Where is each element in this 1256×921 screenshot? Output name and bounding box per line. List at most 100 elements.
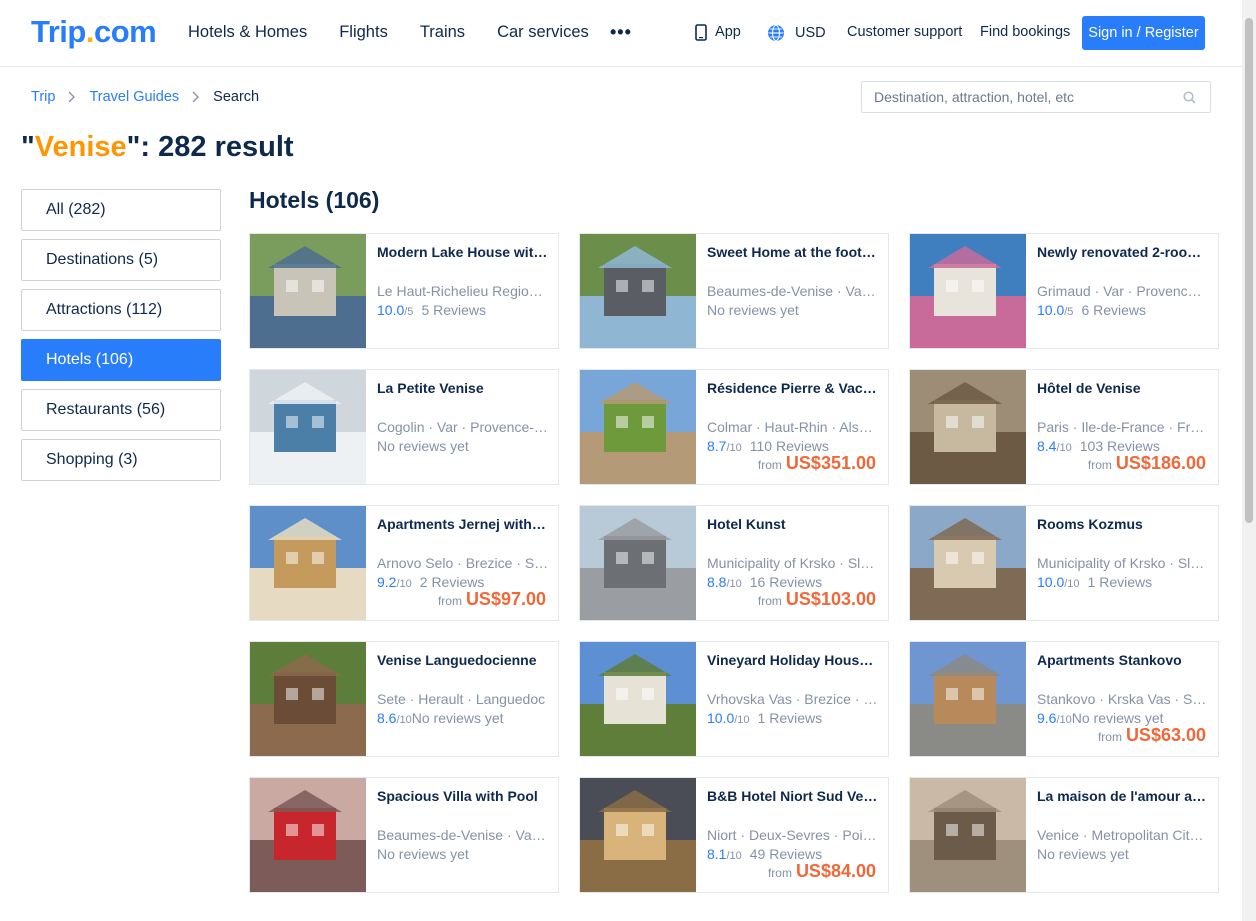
hotel-name[interactable]: La maison de l'amour a Venise [1037,788,1209,806]
price-from-label: from [757,458,782,472]
hotel-name[interactable]: La Petite Venise [377,380,549,398]
hotel-card[interactable]: Spacious Villa with Pool Beaumes-de-Venis… [249,777,559,893]
page-scrollbar[interactable] [1242,0,1256,921]
hotel-card[interactable]: Modern Lake House with Terrace Le Haut-Ri… [249,233,559,349]
hotel-photo[interactable] [910,642,1026,756]
top-header: Trip.com Hotels & Homes Flights Trains C… [0,0,1256,67]
nav-trains[interactable]: Trains [420,23,465,42]
hotel-card[interactable]: Sweet Home at the foot of the Dentelles B… [579,233,889,349]
hotel-rating: No reviews yet [377,438,549,454]
hotel-location: Colmar · Haut-Rhin · Alsace [707,419,879,435]
hotel-info: Rooms Kozmus Municipality of Krsko · Slov… [1037,516,1209,590]
hotel-location: Venice · Metropolitan City of Venice [1037,827,1209,843]
hotel-photo[interactable] [910,370,1026,484]
hotel-card[interactable]: B&B Hotel Niort Sud Venise Verte Niort · … [579,777,889,893]
nav-car-services[interactable]: Car services [497,23,589,42]
review-count: No reviews yet [411,710,504,726]
filter-destinations[interactable]: Destinations (5) [21,239,221,281]
price-amount: US$84.00 [795,861,876,881]
hotel-name[interactable]: Venise Languedocienne [377,652,549,670]
hotel-photo[interactable] [580,778,696,892]
hotel-location: Beaumes-de-Venise · Vaucluse [377,827,549,843]
customer-support-link[interactable]: Customer support [847,24,962,40]
hotel-name[interactable]: Rooms Kozmus [1037,516,1209,534]
search-icon[interactable] [1183,91,1196,104]
price-amount: US$103.00 [785,589,876,609]
scrollbar-thumb[interactable] [1245,18,1253,523]
trip-logo[interactable]: Trip.com [31,14,157,50]
filter-shopping[interactable]: Shopping (3) [21,439,221,481]
hotel-photo[interactable] [910,778,1026,892]
hotel-location: Niort · Deux-Sevres · Poitou [707,827,879,843]
hotel-card[interactable]: La Petite Venise Cogolin · Var · Provence… [249,369,559,485]
hotel-name[interactable]: Sweet Home at the foot of the Dentelles [707,244,879,262]
app-link[interactable]: App [695,24,741,41]
price-amount: US$63.00 [1125,725,1206,745]
hotel-name[interactable]: Hôtel de Venise [1037,380,1209,398]
hotel-photo[interactable] [250,506,366,620]
hotels-section-title: Hotels (106) [249,187,380,213]
rating-score: 10.0 [707,710,735,726]
hotel-photo[interactable] [580,642,696,756]
rating-score: 8.1 [707,846,727,862]
nav-flights[interactable]: Flights [339,23,388,42]
hotel-name[interactable]: Vineyard Holiday House Pinot [707,652,879,670]
hotel-card[interactable]: Apartments Jernej with Garden Arnovo Selo… [249,505,559,621]
hotel-photo[interactable] [910,506,1026,620]
hotel-photo[interactable] [580,370,696,484]
hotel-name[interactable]: Modern Lake House with Terrace [377,244,549,262]
hotel-card[interactable]: Venise Languedocienne Sete · Herault · La… [249,641,559,757]
breadcrumb-travel-guides[interactable]: Travel Guides [89,89,179,105]
hotel-name[interactable]: Newly renovated 2-room apartment [1037,244,1209,262]
find-bookings-link[interactable]: Find bookings [980,24,1070,40]
filter-attractions[interactable]: Attractions (112) [21,289,221,331]
hotel-name[interactable]: B&B Hotel Niort Sud Venise Verte [707,788,879,806]
hotel-info: Apartments Jernej with Garden Arnovo Selo… [377,516,549,590]
review-count: 16 Reviews [749,574,823,590]
hotel-photo[interactable] [580,234,696,348]
hotel-card[interactable]: Hotel Kunst Municipality of Krsko · Slove… [579,505,889,621]
hotel-card[interactable]: Apartments Stankovo Stankovo · Krska Vas … [909,641,1219,757]
hotel-card[interactable]: La maison de l'amour a Venise Venice · Me… [909,777,1219,893]
currency-selector[interactable]: USD [767,24,826,42]
chevron-right-icon [192,91,200,103]
hotel-name[interactable]: Hotel Kunst [707,516,879,534]
hotel-info: B&B Hotel Niort Sud Venise Verte Niort · … [707,788,879,862]
hotel-photo[interactable] [910,234,1026,348]
review-count: No reviews yet [377,438,469,454]
rating-score: 9.6 [1037,710,1057,726]
hotel-photo[interactable] [250,370,366,484]
hotel-name[interactable]: Résidence Pierre & Vacances [707,380,879,398]
hotel-info: Hotel Kunst Municipality of Krsko · Slove… [707,516,879,590]
hotel-name[interactable]: Apartments Stankovo [1037,652,1209,670]
rating-scale: /10 [726,850,742,862]
hotel-price: from US$351.00 [758,453,876,474]
hotel-name[interactable]: Spacious Villa with Pool [377,788,549,806]
filter-all[interactable]: All (282) [21,189,221,231]
hotel-photo[interactable] [250,234,366,348]
hotel-location: Sete · Herault · Languedoc [377,691,546,707]
hotel-name[interactable]: Apartments Jernej with Garden [377,516,549,534]
hotel-card[interactable]: Newly renovated 2-room apartment Grimaud … [909,233,1219,349]
hotel-photo[interactable] [250,778,366,892]
hotel-price: from US$84.00 [768,861,876,882]
filter-hotels[interactable]: Hotels (106) [21,339,221,381]
hotel-card[interactable]: Hôtel de Venise Paris · Ile-de-France · F… [909,369,1219,485]
more-menu-icon[interactable]: ••• [610,22,632,43]
hotel-location: Paris · Ile-de-France · France [1037,419,1209,435]
hotel-photo[interactable] [580,506,696,620]
search-input[interactable] [874,82,1174,112]
breadcrumb-trip[interactable]: Trip [31,89,55,105]
hotel-photo[interactable] [250,642,366,756]
filter-restaurants[interactable]: Restaurants (56) [21,389,221,431]
nav-hotels-homes[interactable]: Hotels & Homes [188,23,307,42]
hotel-location: Municipality of Krsko · Slovenia [1037,555,1209,571]
review-count: No reviews yet [1071,710,1164,726]
hotel-card[interactable]: Vineyard Holiday House Pinot Vrhovska Vas… [579,641,889,757]
hotel-info: Vineyard Holiday House Pinot Vrhovska Vas… [707,652,879,726]
hotel-card[interactable]: Rooms Kozmus Municipality of Krsko · Slov… [909,505,1219,621]
rating-scale: /10 [1056,442,1072,454]
hotel-card[interactable]: Résidence Pierre & Vacances Colmar · Haut… [579,369,889,485]
title-quote: " [21,131,35,163]
sign-in-button[interactable]: Sign in / Register [1082,16,1205,50]
